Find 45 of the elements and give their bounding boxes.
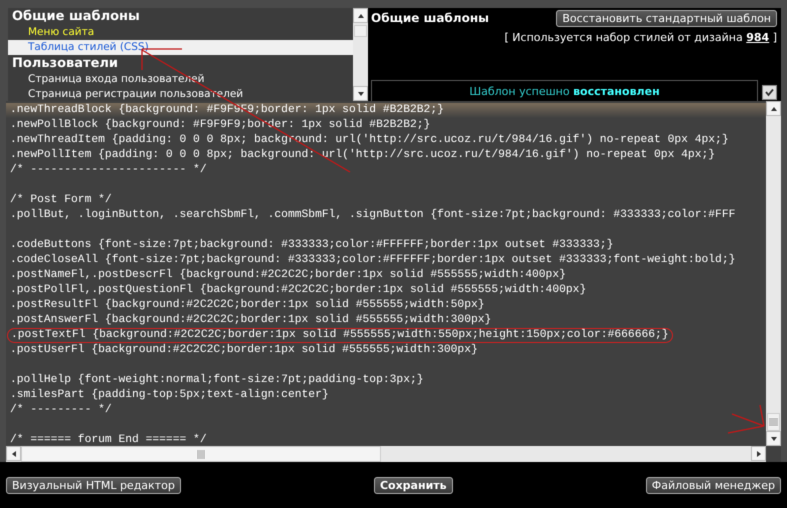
grip-icon xyxy=(769,418,778,426)
template-item[interactable]: Меню сайта xyxy=(8,25,353,40)
code-line: /* ====== forum End ====== */ xyxy=(10,434,207,446)
code-line: .postUserFl {background:#2C2C2C;border:1px solid #555555;width:300px} xyxy=(10,344,478,356)
visual-editor-button[interactable]: Визуальный HTML редактор xyxy=(6,476,181,494)
scroll-thumb[interactable] xyxy=(21,446,381,462)
scroll-up-arrow-icon[interactable] xyxy=(356,12,364,20)
code-line: /* ----------------------- */ xyxy=(10,164,207,176)
scroll-down-arrow-icon[interactable] xyxy=(356,90,364,98)
annotation-arrow-drawing xyxy=(728,404,765,434)
code-line: .postNameFl,.postDescrFl {background:#2C2C2C;border:1px solid #555555;width:400px} xyxy=(10,269,566,281)
code-line: .newPollItem {padding: 0 0 0 8px; background: url('http://src.ucoz.ru/t/984/16.gif') no-repeat 0px 4px;} xyxy=(10,149,716,161)
code-line: .postResultFl {background:#2C2C2C;border:1px solid #555555;width:50px} xyxy=(10,299,485,311)
design-link[interactable]: 984 xyxy=(746,31,770,44)
checkbox[interactable] xyxy=(762,85,777,100)
code-line: /* Post Form */ xyxy=(10,194,112,206)
code-line: .pollHelp {font-weight:normal;font-size:7pt;padding-top:3px;} xyxy=(10,374,424,386)
code-line: .pollBut, .loginButton, .searchSbmFl, .commSbmFl, .signButton {font-size:7pt;background: #333333;color:#FFF xyxy=(10,209,736,221)
file-manager-button[interactable]: Файловый менеджер xyxy=(646,476,781,494)
code-line: .postTextFl {background:#2C2C2C;border:1px solid #555555;width:550px;height:150px;color:#666666;} xyxy=(7,328,673,343)
scroll-thumb[interactable] xyxy=(354,25,367,37)
scroll-down-arrow-icon[interactable] xyxy=(770,434,778,442)
code-line: .codeButtons {font-size:7pt;background: #333333;color:#FFFFFF;border:1px outset #333333;} xyxy=(10,239,614,251)
code-line: .codeCloseAll {font-size:7pt;background: #333333;color:#FFFFFF;border:1px outset #333333;font-weight:bold;} xyxy=(10,254,736,266)
scrollbar[interactable] xyxy=(353,8,368,101)
code-line: .smilesPart {padding-top:5px;text-align:center} xyxy=(10,389,329,401)
scroll-left-arrow-icon[interactable] xyxy=(10,450,18,458)
scrollbar[interactable] xyxy=(766,101,781,446)
code-editor[interactable] xyxy=(6,101,781,462)
group-heading: Пользователи xyxy=(11,55,120,72)
style-note: [ Используется набор стилей от дизайна 984 ] xyxy=(504,31,777,44)
check-icon xyxy=(765,88,774,97)
scrollbar[interactable] xyxy=(6,446,781,462)
group-heading: Общие шаблоны xyxy=(11,8,141,25)
restore-button[interactable]: Восстановить стандартный шаблон xyxy=(556,10,777,27)
code-line: /* --------- */ xyxy=(10,404,112,416)
scrollbar-corner xyxy=(766,446,781,462)
scroll-up-arrow-icon[interactable] xyxy=(770,104,778,112)
code-line: .postAnswerFl {background:#2C2C2C;border:1px solid #555555;width:300px} xyxy=(10,314,492,326)
scroll-right-arrow-icon[interactable] xyxy=(754,450,762,458)
save-button[interactable]: Сохранить xyxy=(374,476,453,494)
section-title: Общие шаблоны xyxy=(371,10,489,25)
code-line: .postPollFl,.postQuestionFl {background:#2C2C2C;border:1px solid #555555;width:400px} xyxy=(10,284,586,296)
scroll-thumb[interactable] xyxy=(767,413,780,431)
grip-icon xyxy=(196,450,206,458)
